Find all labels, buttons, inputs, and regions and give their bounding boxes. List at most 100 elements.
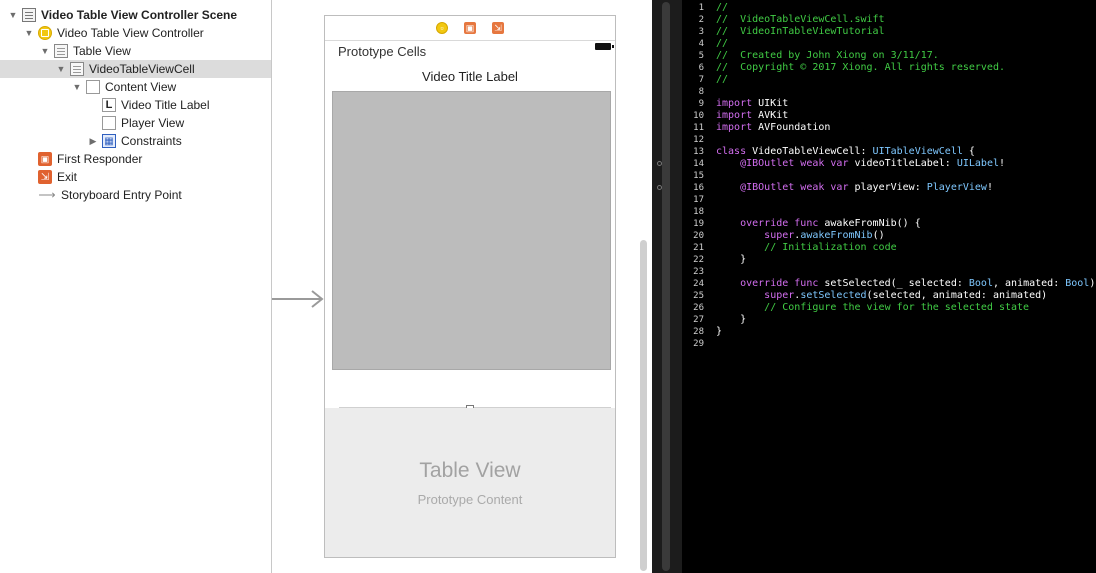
table-cell-icon [70,62,84,76]
outline-item-label: VideoTableViewCell [89,62,195,76]
code-line[interactable]: 23 [682,266,1096,278]
outline-item-label: Video Title Label [121,98,210,112]
code-line[interactable]: 24 override func setSelected(_ selected:… [682,278,1096,290]
table-view-placeholder[interactable]: Table View Prototype Content [325,408,615,557]
exit-icon[interactable]: ⇲ [492,22,504,34]
code-line[interactable]: 12 [682,134,1096,146]
table-view-icon [54,44,68,58]
code-line[interactable]: 1 // [682,2,1096,14]
code-token: ) { [1089,278,1096,289]
code-editor[interactable]: 1 // 2 // VideoTableViewCell.swift 3 // Video… [652,0,1096,573]
code-token: @IBOutlet weak var [740,182,849,193]
line-number: 25 [693,291,704,301]
code-line[interactable]: 11 import AVFoundation [682,122,1096,134]
outline-item-label: Video Table View Controller Scene [41,8,238,22]
outline-item-first-responder[interactable]: ▣ First Responder [0,150,271,168]
code-line[interactable]: 8 [682,86,1096,98]
code-line[interactable]: 5 // Created by John Xiong on 3/11/17. [682,50,1096,62]
line-number: 27 [693,315,704,325]
disclosure-open-icon[interactable]: ▼ [72,82,82,92]
code-line[interactable]: 22 } [682,254,1096,266]
code-line[interactable]: 14 @IBOutlet weak var videoTitleLabel: U… [657,158,1096,170]
storyboard-canvas[interactable]: ▫ ▣ ⇲ Prototype Cells Video Title Label … [272,0,652,573]
disclosure-open-icon[interactable]: ▼ [8,10,18,20]
line-number: 7 [698,75,704,85]
outline-item-videotableviewcell[interactable]: ▼ VideoTableViewCell [0,60,271,78]
outline-item-video-table-view-controller[interactable]: ▼ Video Table View Controller [0,24,271,42]
outlet-connection-icon[interactable] [657,185,662,190]
code-line[interactable]: 28} [682,326,1096,338]
outline-item-label: Storyboard Entry Point [61,188,182,202]
code-token: (selected, animated: animated) [866,290,1048,301]
code-token: , animated: [992,278,1066,289]
code-line[interactable]: 6 // Copyright © 2017 Xiong. All rights r… [682,62,1096,74]
code-lines[interactable]: 1 // 2 // VideoTableViewCell.swift 3 // Video… [657,2,1096,350]
outline-item-exit[interactable]: ⇲ Exit [0,168,271,186]
code-line[interactable]: 9 import UIKit [682,98,1096,110]
code-line[interactable]: 4 // [682,38,1096,50]
code-line[interactable]: 18 [682,206,1096,218]
outline-item-storyboard-entry-point[interactable]: ⟶ Storyboard Entry Point [0,186,271,204]
outline-item-video-table-view-controller-scene[interactable]: ▼ Video Table View Controller Scene [0,6,271,24]
code-token: super [764,230,795,241]
code-line[interactable]: 7 // [682,74,1096,86]
code-token: AVFoundation [752,122,831,133]
line-number: 3 [698,27,704,37]
outline-item-label: Content View [105,80,177,94]
line-number: 17 [693,195,704,205]
code-line[interactable]: 16 @IBOutlet weak var playerView: Player… [657,182,1096,194]
outline-item-constraints[interactable]: ▶ ▦ Constraints [0,132,271,150]
code-token: // [716,2,729,13]
code-token: } [716,314,747,325]
disclosure-closed-icon[interactable]: ▶ [88,136,98,146]
view-controller-scene[interactable]: ▫ ▣ ⇲ Prototype Cells Video Title Label … [324,15,616,558]
code-line[interactable]: 10 import AVKit [682,110,1096,122]
disclosure-open-icon[interactable]: ▼ [56,64,66,74]
first-responder-icon[interactable]: ▣ [464,22,476,34]
line-number: 10 [693,111,704,121]
line-number: 28 [693,327,704,337]
disclosure-open-icon[interactable]: ▼ [40,46,50,56]
code-line[interactable]: 2 // VideoTableViewCell.swift [682,14,1096,26]
code-line[interactable]: 3 // VideoInTableViewTutorial [682,26,1096,38]
code-line[interactable]: 29 [682,338,1096,350]
disclosure-open-icon[interactable]: ▼ [24,28,34,38]
code-line[interactable]: 15 [682,170,1096,182]
code-token: import [716,110,753,121]
code-line[interactable]: 13 class VideoTableViewCell: UITableViewC… [682,146,1096,158]
code-token: awakeFromNib() { [818,218,921,229]
code-line[interactable]: 21 // Initialization code [682,242,1096,254]
code-line[interactable]: 19 override func awakeFromNib() { [682,218,1096,230]
video-title-label[interactable]: Video Title Label [325,69,615,84]
view-icon [102,116,116,130]
outline-item-video-title-label[interactable]: L Video Title Label [0,96,271,114]
code-token: awakeFromNib [800,230,873,241]
outline-item-content-view[interactable]: ▼ Content View [0,78,271,96]
editor-gutter [652,0,682,573]
scene-icon [22,8,36,22]
line-number: 26 [693,303,704,313]
line-number: 9 [698,99,704,109]
code-line[interactable]: 17 [682,194,1096,206]
line-number: 19 [693,219,704,229]
outline-item-table-view[interactable]: ▼ Table View [0,42,271,60]
outline-item-player-view[interactable]: Player View [0,114,271,132]
outlet-connection-icon[interactable] [657,161,662,166]
code-line[interactable]: 26 // Configure the view for the selecte… [682,302,1096,314]
canvas-scrollbar[interactable] [640,240,647,571]
code-token: @IBOutlet weak var [740,158,849,169]
storyboard-entry-arrow-icon[interactable] [272,290,326,308]
outline-item-label: Table View [73,44,131,58]
code-line[interactable]: 25 super.setSelected(selected, animated:… [682,290,1096,302]
table-view-title: Table View [419,459,521,482]
line-number: 29 [693,339,704,349]
code-token: // Created by John Xiong on 3/11/17. [716,50,939,61]
code-line[interactable]: 27 } [682,314,1096,326]
view-controller-icon[interactable]: ▫ [436,22,448,34]
player-view[interactable] [332,91,611,370]
code-line[interactable]: 20 super.awakeFromNib() [682,230,1096,242]
